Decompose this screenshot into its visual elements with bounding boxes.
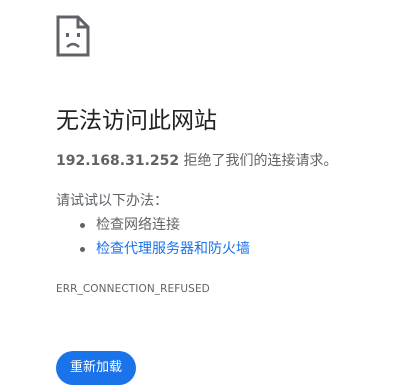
error-summary: 192.168.31.252 拒绝了我们的连接请求。 [56,150,338,172]
error-message: 拒绝了我们的连接请求。 [179,153,338,169]
bullet-icon [80,247,85,252]
suggestions-list: 检查网络连接 检查代理服务器和防火墙 [56,213,250,261]
error-code: ERR_CONNECTION_REFUSED [56,283,210,295]
sad-page-icon [56,15,90,57]
page-title: 无法访问此网站 [56,108,217,134]
suggestion-item-check-network: 检查网络连接 [56,213,250,237]
suggestions-intro: 请试试以下办法： [56,193,168,209]
suggestion-item-check-proxy[interactable]: 检查代理服务器和防火墙 [56,237,250,261]
host-address: 192.168.31.252 [56,153,180,169]
suggestion-label: 检查网络连接 [96,217,180,233]
check-proxy-link[interactable]: 检查代理服务器和防火墙 [96,241,250,257]
reload-button[interactable]: 重新加载 [56,351,137,385]
bullet-icon [80,223,85,228]
